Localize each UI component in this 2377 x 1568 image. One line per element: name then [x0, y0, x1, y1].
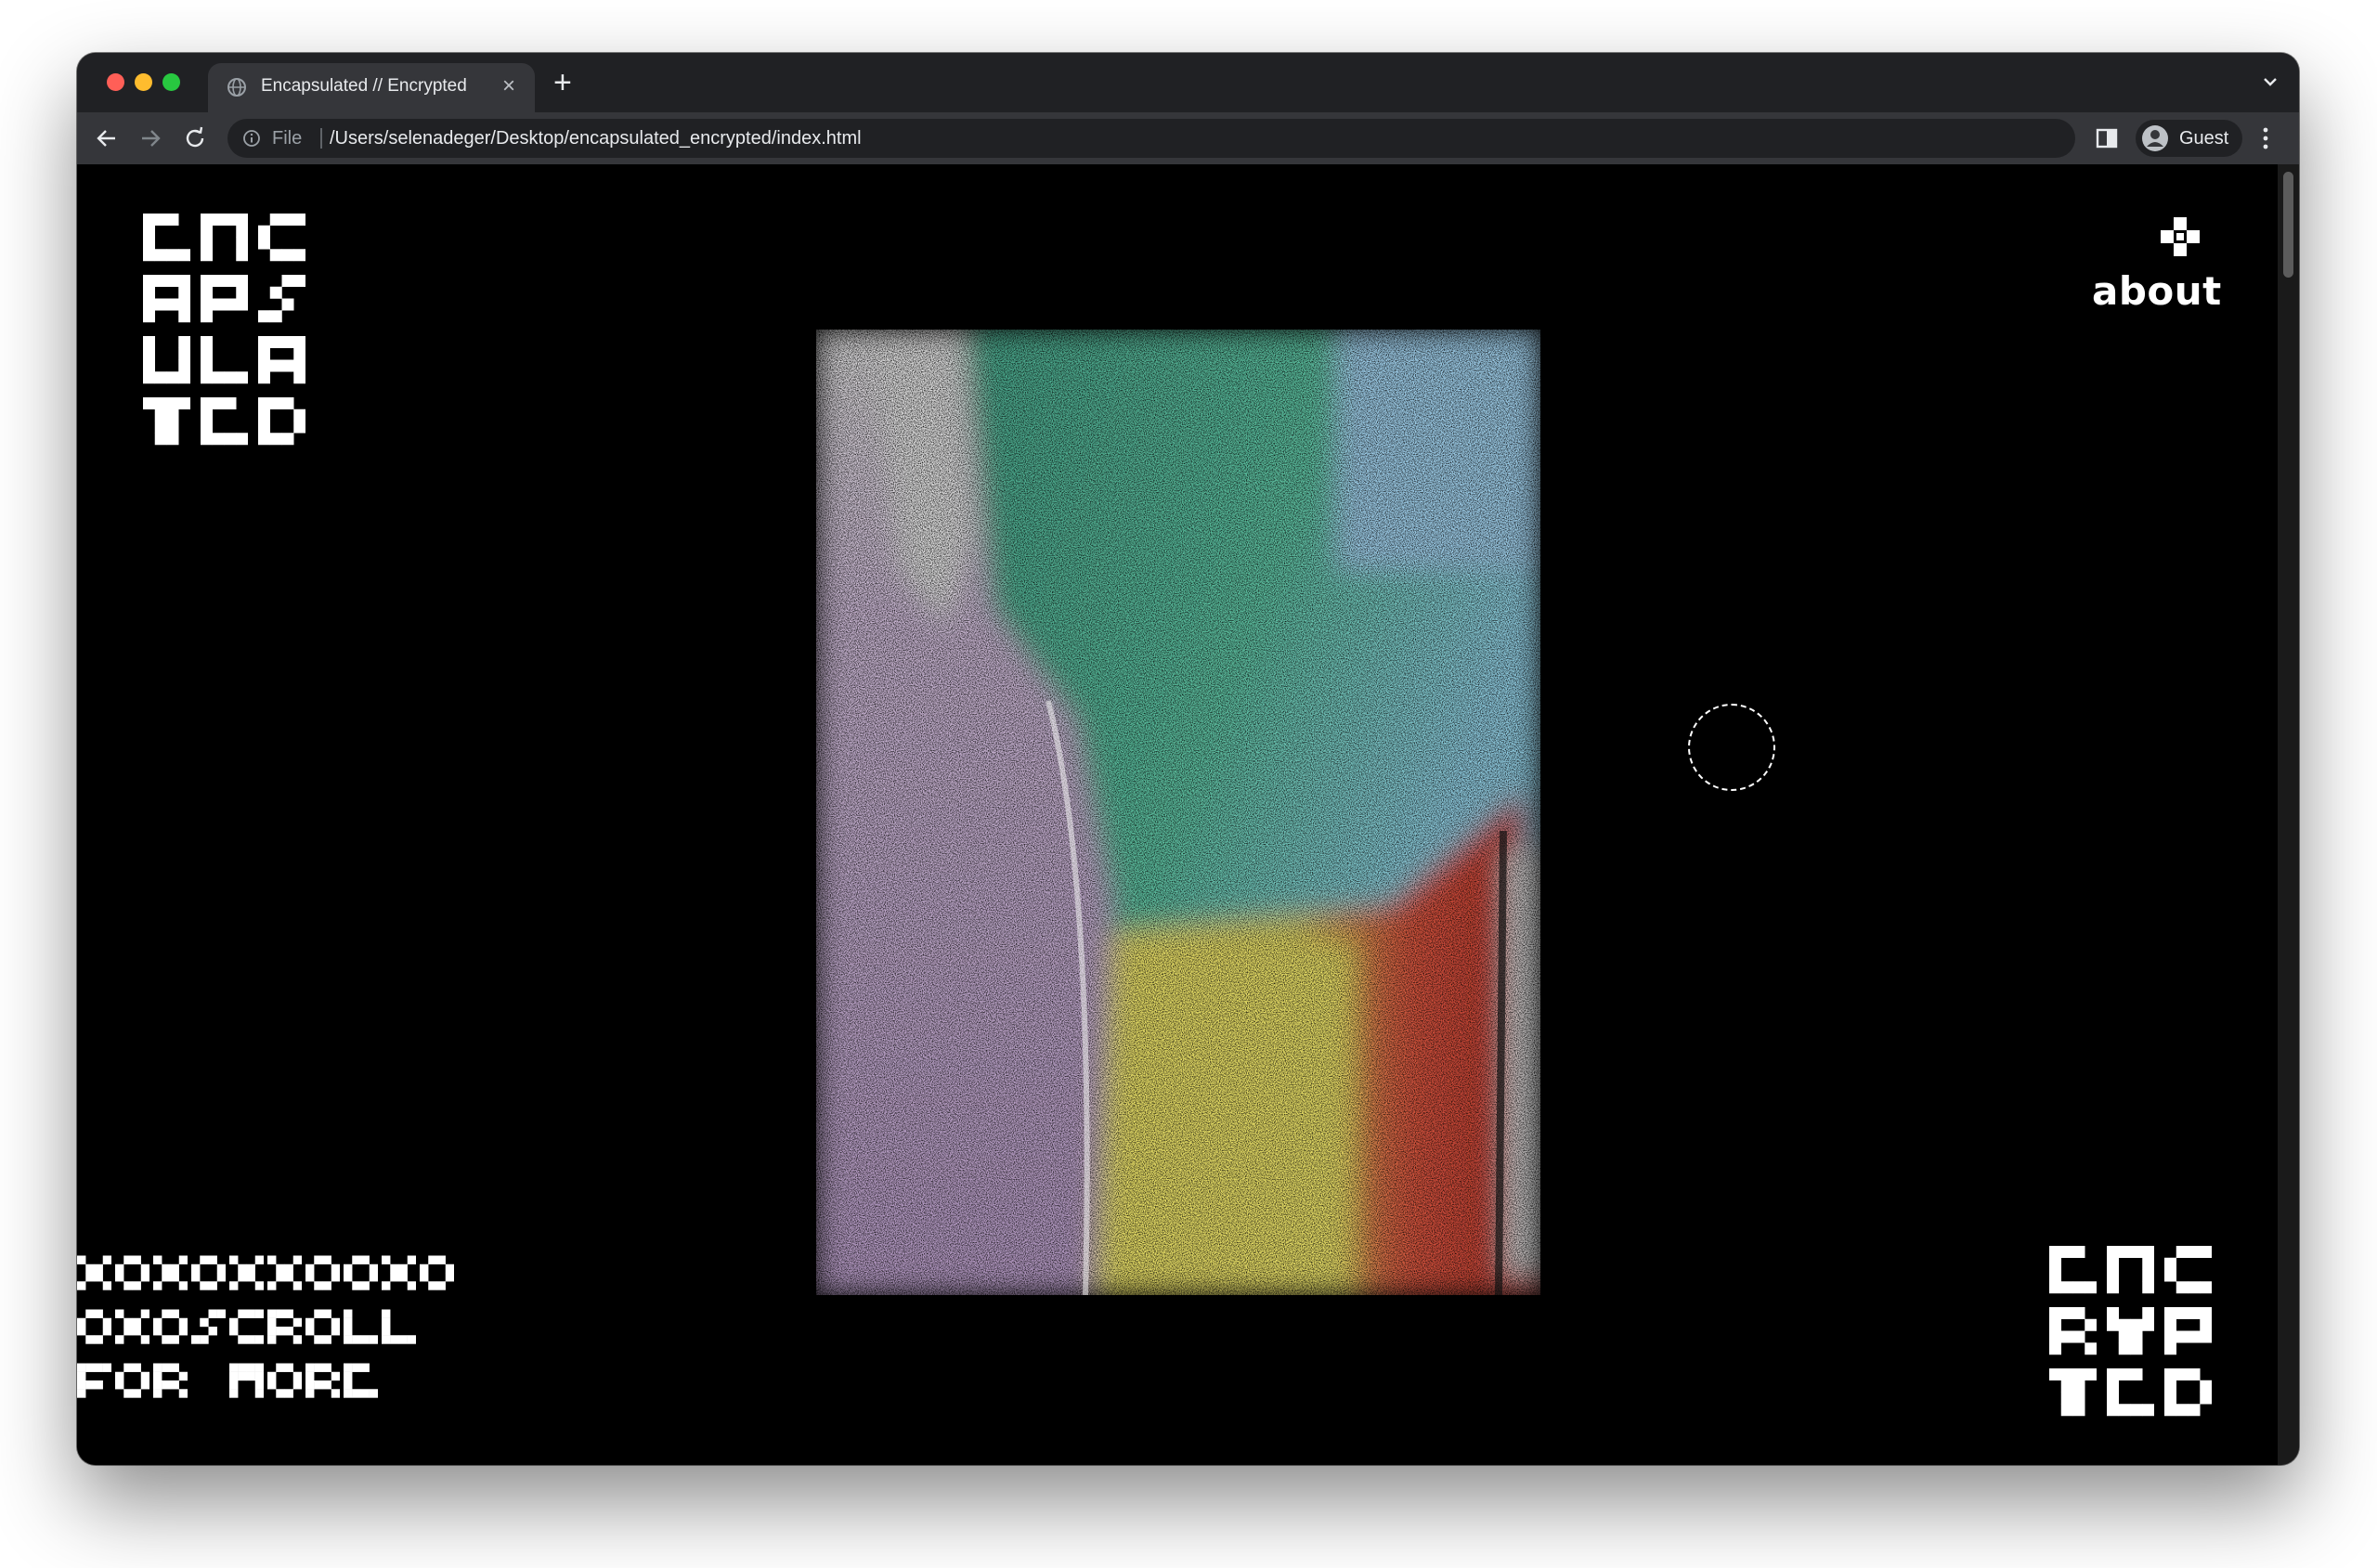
pixel-glyph-y — [2107, 1307, 2154, 1355]
new-tab-button[interactable]: + — [553, 64, 572, 101]
pixel-glyph-e — [2049, 1246, 2097, 1294]
close-window-button[interactable] — [107, 73, 124, 91]
page-viewport: ENC APS ULA TED about — [77, 164, 2278, 1465]
pixel-glyph-s — [258, 275, 305, 323]
pixel-glyph-x — [115, 1309, 149, 1344]
pixel-glyph-x — [267, 1255, 302, 1290]
artwork-image — [816, 330, 1540, 1295]
maximize-window-button[interactable] — [162, 73, 180, 91]
pixel-glyph-t — [143, 397, 190, 446]
pixel-glyph-c — [258, 214, 305, 262]
tab-close-icon[interactable]: × — [502, 72, 515, 100]
browser-toolbar: File /Users/selenadeger/Desktop/encapsul… — [77, 112, 2299, 164]
arrow-left-icon[interactable] — [94, 125, 120, 151]
pixel-glyph-o — [305, 1309, 340, 1344]
scroll-for-more-text: XOXOXXOOXO OXOSCROLL FOR MORE — [77, 1254, 454, 1399]
pixel-glyph-r — [153, 1363, 188, 1398]
pixel-glyph-o — [191, 1255, 226, 1290]
plus-pixel-icon[interactable] — [2161, 217, 2200, 256]
pixel-space — [191, 1362, 226, 1399]
pixel-text-row — [77, 1308, 454, 1345]
pixel-glyph-e — [201, 397, 248, 446]
address-url[interactable]: /Users/selenadeger/Desktop/encapsulated_… — [330, 128, 862, 149]
arrow-right-icon[interactable] — [137, 125, 163, 151]
pixel-glyph-x — [77, 1255, 111, 1290]
pixel-glyph-s — [191, 1309, 226, 1344]
tab-encapsulated-encrypted[interactable]: Encapsulated // Encrypted × — [208, 63, 535, 112]
pixel-glyph-x — [382, 1255, 416, 1290]
pixel-glyph-e — [344, 1363, 378, 1398]
pixel-text-row — [2049, 1367, 2212, 1417]
pixel-text-row — [77, 1254, 454, 1291]
avatar-icon — [2142, 125, 2168, 151]
about-link[interactable]: about — [2092, 268, 2222, 314]
tab-title: Encapsulated // Encrypted — [261, 76, 467, 96]
pixel-glyph-r — [305, 1363, 340, 1398]
pixel-glyph-r — [2049, 1307, 2097, 1355]
pixel-glyph-c — [2164, 1246, 2212, 1294]
address-scheme-label: File — [272, 128, 303, 149]
profile-button[interactable]: Guest — [2136, 120, 2242, 157]
pixel-glyph-o — [153, 1309, 188, 1344]
pixel-text-row — [143, 335, 305, 384]
pixel-glyph-o — [344, 1255, 378, 1290]
pixel-glyph-o — [77, 1309, 111, 1344]
pixel-glyph-l — [382, 1309, 416, 1344]
pixel-glyph-r — [267, 1309, 302, 1344]
pixel-glyph-x — [153, 1255, 188, 1290]
pixel-glyph-o — [420, 1255, 454, 1290]
pixel-text-row — [77, 1362, 454, 1399]
globe-icon — [227, 78, 246, 97]
pixel-glyph-a — [258, 336, 305, 384]
pixel-glyph-x — [229, 1255, 264, 1290]
address-divider — [320, 128, 322, 149]
pixel-glyph-o — [115, 1255, 149, 1290]
scrollbar-thumb[interactable] — [2283, 172, 2293, 278]
pixel-glyph-a — [143, 275, 190, 323]
pixel-glyph-m — [229, 1363, 264, 1398]
address-bar[interactable]: File /Users/selenadeger/Desktop/encapsul… — [227, 119, 2075, 158]
encrypted-logo: ENC RYP TED — [2049, 1245, 2212, 1417]
info-icon[interactable] — [242, 129, 261, 148]
pixel-glyph-t — [2049, 1368, 2097, 1417]
pixel-text-row — [2049, 1245, 2212, 1294]
pixel-glyph-o — [115, 1363, 149, 1398]
minimize-window-button[interactable] — [135, 73, 152, 91]
pixel-text-row — [143, 213, 305, 262]
pixel-glyph-o — [267, 1363, 302, 1398]
cursor-ring — [1688, 704, 1775, 791]
pixel-glyph-p — [201, 275, 248, 323]
tab-strip: Encapsulated // Encrypted × + — [77, 53, 2299, 112]
pixel-glyph-e — [143, 214, 190, 262]
pixel-glyph-p — [2164, 1307, 2212, 1355]
pixel-glyph-c — [229, 1309, 264, 1344]
pixel-glyph-d — [258, 397, 305, 446]
vertical-scrollbar[interactable] — [2278, 164, 2299, 1465]
pixel-glyph-e — [2107, 1368, 2154, 1417]
side-panel-icon[interactable] — [2095, 126, 2119, 150]
pixel-text-row — [2049, 1306, 2212, 1355]
pixel-glyph-f — [77, 1363, 111, 1398]
pixel-glyph-n — [2107, 1246, 2154, 1294]
encapsulated-logo: ENC APS ULA TED — [143, 213, 305, 446]
profile-label: Guest — [2179, 128, 2229, 149]
pixel-text-row — [143, 274, 305, 323]
pixel-glyph-u — [143, 336, 190, 384]
pixel-glyph-o — [305, 1255, 340, 1290]
chevron-down-icon[interactable] — [2260, 71, 2280, 92]
pixel-text-row — [143, 396, 305, 446]
pixel-glyph-d — [2164, 1368, 2212, 1417]
pixel-glyph-n — [201, 214, 248, 262]
kebab-menu-icon[interactable] — [2262, 125, 2269, 151]
pixel-glyph-l — [344, 1309, 378, 1344]
browser-window: Encapsulated // Encrypted × + File /User… — [77, 53, 2299, 1465]
reload-icon[interactable] — [182, 125, 208, 151]
pixel-glyph-l — [201, 336, 248, 384]
